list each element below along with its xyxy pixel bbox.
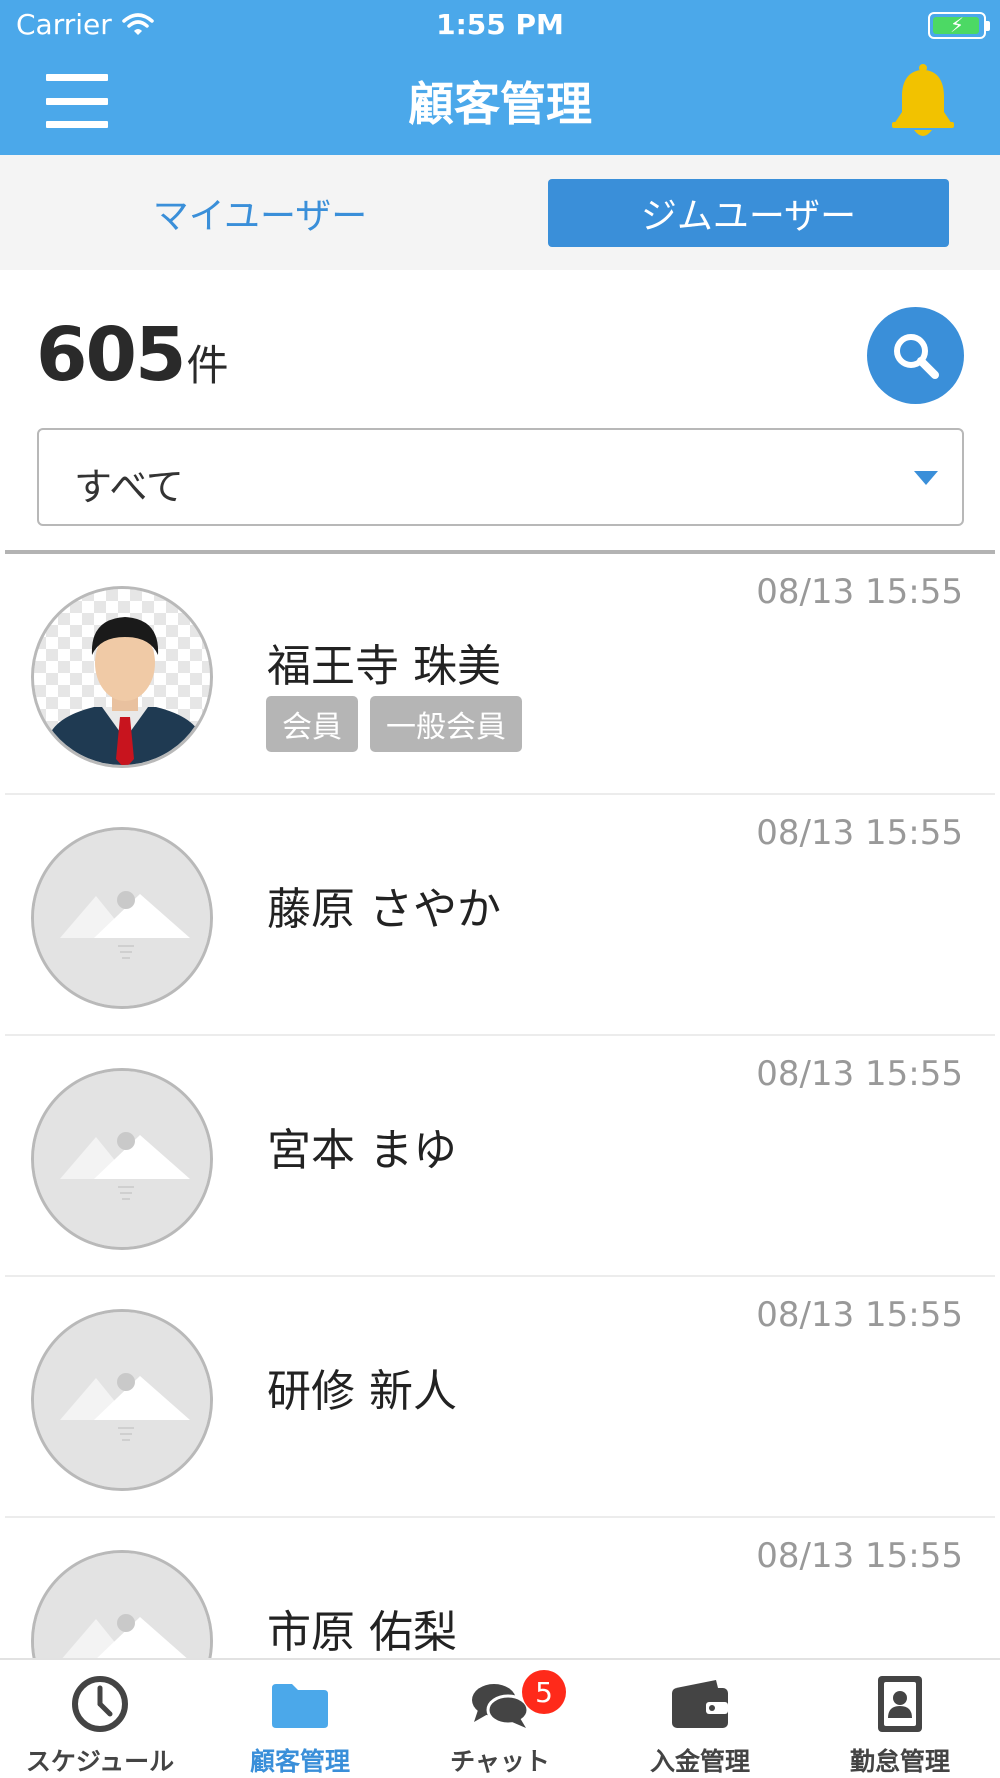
tab-label: 顧客管理 [249,1747,350,1776]
customer-name: 宮本 まゆ [267,1125,457,1176]
tab-label: チャット [450,1747,550,1776]
avatar [31,1309,213,1491]
customer-row[interactable]: 08/13 15:55 藤原 さやか [5,795,995,1036]
chevron-down-icon [914,471,938,485]
battery-icon: ⚡ [928,12,990,39]
bottom-tab-bar: スケジュール 顧客管理 5 チャット 入金管理 勤怠管理 [0,1658,1000,1778]
customer-row[interactable]: 08/13 15:55 宮本 まゆ [5,1036,995,1277]
search-icon [893,333,939,379]
customer-name: 研修 新人 [267,1366,457,1417]
customer-updated-time: 08/13 15:55 [756,813,963,853]
bell-icon[interactable] [890,62,956,140]
tab-label: 勤怠管理 [849,1747,950,1776]
customer-list: 08/13 15:55 福王寺 珠美 会員 一般会員 08/13 15:55 藤… [0,554,1000,1658]
customer-updated-time: 08/13 15:55 [756,572,963,612]
tab-chat[interactable]: 5 チャット [400,1660,600,1778]
chat-icon [472,1684,530,1728]
customer-tags: 会員 一般会員 [266,696,522,752]
app-header: Carrier 1:55 PM ⚡ 顧客管理 [0,0,1000,155]
customer-row[interactable]: 08/13 15:55 研修 新人 [5,1277,995,1518]
search-button[interactable] [867,307,964,404]
customer-name: 福王寺 珠美 [267,641,501,692]
count-number: 605 [36,312,186,398]
wallet-icon [672,1680,728,1728]
tab-customer-management[interactable]: 顧客管理 [200,1660,400,1778]
avatar [31,1550,213,1658]
count-unit: 件 [186,341,229,390]
filter-selected-value: すべて [74,465,184,509]
person-avatar-icon [34,589,210,765]
status-time: 1:55 PM [436,8,564,41]
tab-gym-users[interactable]: ジムユーザー [548,179,949,247]
id-card-icon [878,1676,922,1732]
filter-dropdown[interactable]: すべて [37,428,964,526]
avatar [31,586,213,768]
chat-unread-badge: 5 [522,1670,566,1714]
image-placeholder-icon [34,1071,210,1247]
image-placeholder-icon [34,1553,210,1658]
avatar [31,827,213,1009]
tab-payment-management[interactable]: 入金管理 [600,1660,800,1778]
image-placeholder-icon [34,830,210,1006]
tab-label: 入金管理 [649,1747,750,1776]
customer-row[interactable]: 08/13 15:55 市原 佑梨 [5,1518,995,1658]
folder-icon [272,1684,328,1728]
avatar [31,1068,213,1250]
customer-updated-time: 08/13 15:55 [756,1536,963,1576]
status-bar: Carrier 1:55 PM ⚡ [0,0,1000,50]
customer-name: 藤原 さやか [267,884,501,935]
customer-row[interactable]: 08/13 15:55 福王寺 珠美 会員 一般会員 [5,554,995,795]
page-title: 顧客管理 [408,77,592,131]
tab-schedule[interactable]: スケジュール [0,1660,200,1778]
customer-updated-time: 08/13 15:55 [756,1054,963,1094]
member-tag: 会員 [266,696,358,752]
tab-label: スケジュール [25,1747,175,1776]
tab-my-users[interactable]: マイユーザー [120,179,400,247]
clock-icon [72,1676,128,1732]
customer-updated-time: 08/13 15:55 [756,1295,963,1335]
customer-count: 605 件 [36,312,228,398]
membership-type-tag: 一般会員 [370,696,522,752]
user-type-tabs: マイユーザー ジムユーザー [0,155,1000,270]
image-placeholder-icon [34,1312,210,1488]
tab-attendance-management[interactable]: 勤怠管理 [800,1660,1000,1778]
customer-name: 市原 佑梨 [267,1607,457,1658]
